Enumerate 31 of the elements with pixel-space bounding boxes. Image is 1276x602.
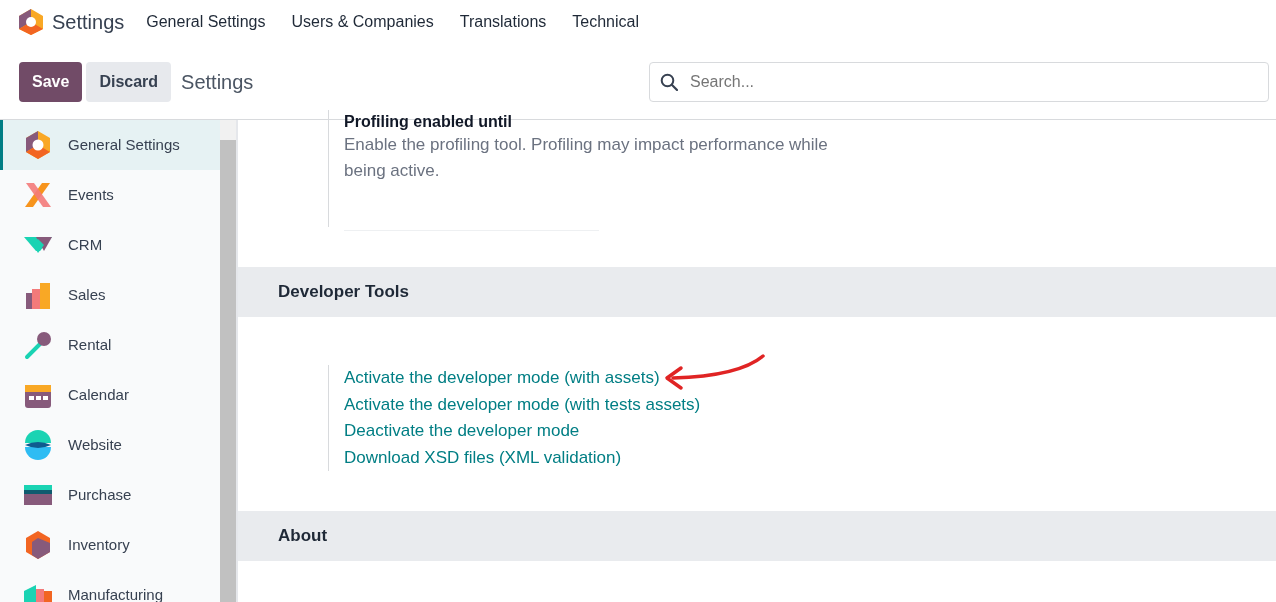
sidebar-item[interactable]: CRM [0,220,220,270]
globe-wave-icon [22,429,54,461]
sidebar-item[interactable]: Sales [0,270,220,320]
sidebar-item[interactable]: General Settings [0,120,220,170]
discard-button[interactable]: Discard [86,61,172,102]
menu-item[interactable]: General Settings [146,10,266,34]
sidebar-item[interactable]: Rental [0,320,220,370]
breadcrumb: Settings [181,69,254,95]
key-icon [22,329,54,361]
app-title[interactable]: Settings [52,7,125,37]
hexagon-logo-icon [18,8,44,36]
section-header: Developer Tools [238,267,1276,317]
section-header: About [238,511,1276,561]
sidebar-item[interactable]: Manufacturing [0,570,220,602]
sidebar-item[interactable]: Events [0,170,220,220]
menu-item[interactable]: Users & Companies [291,10,434,34]
search-field[interactable]: Search... [649,61,1269,102]
save-button[interactable]: Save [19,61,83,102]
developer-link[interactable]: Download XSD files (XML validation) [344,444,622,471]
developer-link[interactable]: Activate the developer mode (with tests assets) [344,391,701,418]
setting-description: Enable the profiling tool. Profiling may impact performance while being active. [344,134,829,182]
sidebar-item[interactable]: Calendar [0,370,220,420]
menu-item[interactable]: Technical [572,10,639,34]
setting-title: Profiling enabled until [344,112,513,132]
menu-item[interactable]: Translations [459,10,547,34]
developer-link[interactable]: Deactivate the developer mode [344,418,580,445]
scrollbar[interactable] [220,120,238,602]
sidebar-item[interactable]: Website [0,420,220,470]
sidebar-item[interactable]: Purchase [0,470,220,520]
sidebar-item[interactable]: Inventory [0,520,220,570]
developer-link[interactable]: Activate the developer mode (with assets) [344,365,660,392]
